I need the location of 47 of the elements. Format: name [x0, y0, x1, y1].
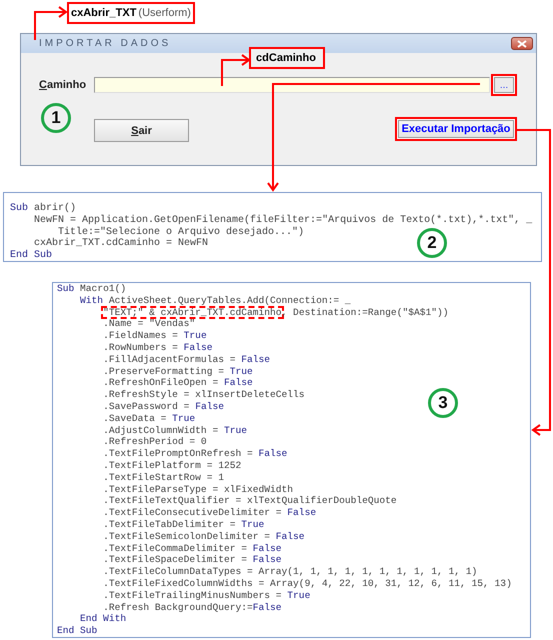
code-line: cxAbrir_TXT.cdCaminho = NewFN — [33, 238, 208, 250]
code-line: .TextFileConsecutiveDelimiter = False — [102, 507, 316, 519]
browse-button[interactable]: ... — [491, 74, 517, 96]
code-line: NewFN = Application.GetOpenFilename(fileFilter:="Arquivos de Texto(*.txt),*.txt", _ — [33, 214, 532, 226]
code-line: .FillAdjacentFormulas = False — [102, 354, 270, 366]
code-line: .TextFileFixedColumnWidths = Array(9, 4, 22, 10, 31, 12, 6, 11, 15, 13) — [102, 578, 512, 590]
code-line: .TextFileTabDelimiter = True — [102, 518, 264, 531]
code-line: .TextFileColumnDataTypes = Array(1, 1, 1, 1, 1, 1, 1, 1, 1, 1, 1) — [102, 566, 478, 578]
code-line: .RefreshStyle = xlInsertDeleteCells — [102, 389, 305, 401]
code-line: End With — [79, 613, 126, 626]
close-button[interactable] — [511, 37, 533, 50]
run-import-button[interactable]: Executar Importação — [395, 117, 517, 141]
code-line: .RefreshPeriod = 0 — [102, 436, 207, 448]
code-line: .AdjustColumnWidth = True — [102, 424, 247, 436]
code-line: .PreserveFormatting = True — [102, 366, 253, 378]
close-icon — [517, 40, 527, 48]
code-line: Sub Macro1() — [57, 283, 126, 295]
window-title: IMPORTAR DADOS — [39, 38, 172, 49]
path-field[interactable] — [94, 77, 490, 93]
code-line: .TextFileSpaceDelimiter = False — [102, 554, 282, 566]
code-line: .RefreshOnFileOpen = False — [102, 377, 253, 390]
code-line: .TextFileParseType = xlFixedWidth — [102, 484, 294, 496]
code-line: .TextFileTextQualifier = xlTextQualifierDoubleQuote — [102, 495, 397, 508]
code-line: .FieldNames = True — [102, 330, 207, 342]
code-line: .TextFileCommaDelimiter = False — [102, 542, 282, 554]
code-line: Sub abrir() — [10, 203, 76, 215]
code-line: End Sub — [57, 625, 98, 637]
code-line: .SaveData = True — [102, 412, 196, 425]
code-line: .TextFileSemicolonDelimiter = False — [102, 530, 305, 543]
callout-label: cxAbrir_TXT(Userform) — [67, 2, 195, 24]
code-line: Title:="Selecione o Arquivo desejado...") — [58, 226, 304, 238]
code-line: "TEXT;" & cxAbrir_TXT.cdCaminho, Destination:=Range("$A$1")) — [102, 306, 449, 318]
field-label: Caminho — [39, 79, 88, 91]
code-line: .TextFilePlatform = 1252 — [102, 460, 242, 472]
code-line: End Sub — [10, 250, 52, 262]
code-line: .Name = "Vendas" — [102, 318, 196, 330]
code-line: With ActiveSheet.QueryTables.Add(Connection:= _ — [79, 294, 351, 307]
callout-label: cdCaminho — [249, 47, 325, 69]
code-line: .TextFilePromptOnRefresh = False — [102, 448, 288, 460]
code-line: .RowNumbers = False — [102, 342, 212, 354]
connector-arrow — [221, 54, 251, 87]
code-line: .TextFileStartRow = 1 — [102, 472, 224, 484]
code-line: .SavePassword = False — [102, 400, 224, 413]
connector-arrow — [34, 6, 68, 41]
code-line: .Refresh BackgroundQuery:=False — [102, 602, 282, 614]
exit-button[interactable]: Sair — [94, 119, 189, 142]
code-line: .TextFileTrailingMinusNumbers = True — [102, 590, 310, 602]
